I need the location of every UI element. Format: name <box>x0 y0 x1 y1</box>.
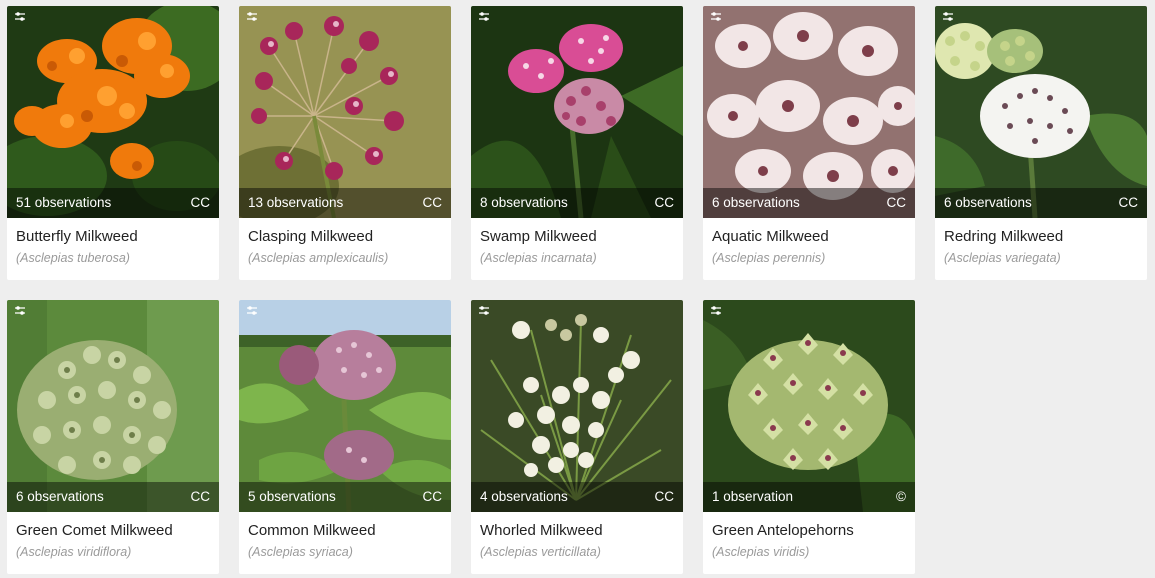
taxon-photo[interactable]: 13 observations CC <box>239 6 451 218</box>
taxon-card[interactable]: 5 observations CC Common Milkweed (Ascle… <box>239 300 451 574</box>
observation-count[interactable]: 6 observations <box>16 482 104 512</box>
taxon-photo[interactable]: 1 observation © <box>703 300 915 512</box>
license-badge[interactable]: CC <box>423 482 443 512</box>
license-badge[interactable]: CC <box>1119 188 1139 218</box>
photo-overlay: 8 observations CC <box>471 188 683 218</box>
common-name[interactable]: Redring Milkweed <box>944 228 1063 245</box>
taxon-photo[interactable]: 6 observations CC <box>703 6 915 218</box>
scientific-name: (Asclepias amplexicaulis) <box>248 251 389 265</box>
license-badge[interactable]: CC <box>655 482 675 512</box>
common-name[interactable]: Aquatic Milkweed <box>712 228 829 245</box>
license-badge[interactable]: CC <box>887 188 907 218</box>
sliders-icon[interactable] <box>710 11 722 23</box>
observation-count[interactable]: 6 observations <box>944 188 1032 218</box>
scientific-name: (Asclepias viridis) <box>712 545 810 559</box>
taxa-grid: 51 observations CC Butterfly Milkweed (A… <box>0 0 1155 578</box>
taxon-card[interactable]: 4 observations CC Whorled Milkweed (Ascl… <box>471 300 683 574</box>
observation-count[interactable]: 8 observations <box>480 188 568 218</box>
license-badge[interactable]: CC <box>191 188 211 218</box>
photo-overlay: 13 observations CC <box>239 188 451 218</box>
common-name[interactable]: Clasping Milkweed <box>248 228 373 245</box>
scientific-name: (Asclepias incarnata) <box>480 251 597 265</box>
scientific-name: (Asclepias perennis) <box>712 251 826 265</box>
common-name[interactable]: Whorled Milkweed <box>480 522 603 539</box>
photo-overlay: 5 observations CC <box>239 482 451 512</box>
observation-count[interactable]: 5 observations <box>248 482 336 512</box>
photo-overlay: 51 observations CC <box>7 188 219 218</box>
observation-count[interactable]: 13 observations <box>248 188 343 218</box>
common-name[interactable]: Swamp Milkweed <box>480 228 597 245</box>
taxon-card[interactable]: 6 observations CC Redring Milkweed (Ascl… <box>935 6 1147 280</box>
taxon-card[interactable]: 6 observations CC Aquatic Milkweed (Ascl… <box>703 6 915 280</box>
taxon-card[interactable]: 6 observations CC Green Comet Milkweed (… <box>7 300 219 574</box>
photo-overlay: 6 observations CC <box>703 188 915 218</box>
sliders-icon[interactable] <box>14 11 26 23</box>
sliders-icon[interactable] <box>710 305 722 317</box>
photo-overlay: 4 observations CC <box>471 482 683 512</box>
copyright-badge[interactable]: © <box>896 482 906 512</box>
common-name[interactable]: Butterfly Milkweed <box>16 228 138 245</box>
taxon-card[interactable]: 51 observations CC Butterfly Milkweed (A… <box>7 6 219 280</box>
photo-overlay: 6 observations CC <box>935 188 1147 218</box>
sliders-icon[interactable] <box>14 305 26 317</box>
observation-count[interactable]: 51 observations <box>16 188 111 218</box>
taxon-photo[interactable]: 6 observations CC <box>7 300 219 512</box>
license-badge[interactable]: CC <box>191 482 211 512</box>
photo-overlay: 1 observation © <box>703 482 915 512</box>
taxon-photo[interactable]: 5 observations CC <box>239 300 451 512</box>
scientific-name: (Asclepias tuberosa) <box>16 251 130 265</box>
taxon-card[interactable]: 8 observations CC Swamp Milkweed (Asclep… <box>471 6 683 280</box>
common-name[interactable]: Common Milkweed <box>248 522 376 539</box>
observation-count[interactable]: 6 observations <box>712 188 800 218</box>
taxon-photo[interactable]: 6 observations CC <box>935 6 1147 218</box>
taxon-photo[interactable]: 51 observations CC <box>7 6 219 218</box>
common-name[interactable]: Green Comet Milkweed <box>16 522 173 539</box>
observation-count[interactable]: 1 observation <box>712 482 793 512</box>
photo-overlay: 6 observations CC <box>7 482 219 512</box>
sliders-icon[interactable] <box>478 305 490 317</box>
common-name[interactable]: Green Antelopehorns <box>712 522 854 539</box>
sliders-icon[interactable] <box>942 11 954 23</box>
license-badge[interactable]: CC <box>655 188 675 218</box>
sliders-icon[interactable] <box>478 11 490 23</box>
scientific-name: (Asclepias variegata) <box>944 251 1061 265</box>
scientific-name: (Asclepias verticillata) <box>480 545 601 559</box>
taxon-card[interactable]: 1 observation © Green Antelopehorns (Asc… <box>703 300 915 574</box>
taxon-card[interactable]: 13 observations CC Clasping Milkweed (As… <box>239 6 451 280</box>
taxon-photo[interactable]: 8 observations CC <box>471 6 683 218</box>
scientific-name: (Asclepias viridiflora) <box>16 545 132 559</box>
license-badge[interactable]: CC <box>423 188 443 218</box>
observation-count[interactable]: 4 observations <box>480 482 568 512</box>
sliders-icon[interactable] <box>246 305 258 317</box>
sliders-icon[interactable] <box>246 11 258 23</box>
scientific-name: (Asclepias syriaca) <box>248 545 353 559</box>
taxon-photo[interactable]: 4 observations CC <box>471 300 683 512</box>
